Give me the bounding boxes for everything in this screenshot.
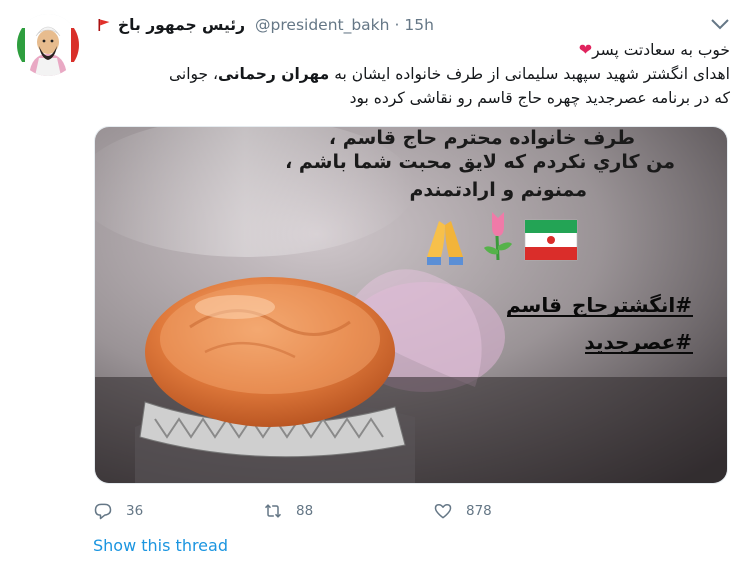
heart-emoji-icon: ❤ [578, 40, 593, 59]
media-caption-line-2: من کاري نکردم که لایق محبت شما باشم ، [285, 151, 675, 173]
hashtag-underline [585, 352, 693, 354]
reply-count: 36 [126, 503, 144, 519]
like-icon [434, 504, 452, 519]
chevron-down-icon[interactable] [708, 14, 732, 34]
flag-emoji-icon [524, 219, 578, 261]
media-hashtag-2: #عصرجدید [584, 330, 692, 354]
like-count: 878 [466, 503, 492, 519]
show-thread-link[interactable]: Show this thread [93, 536, 228, 555]
red-flag-icon [98, 19, 110, 31]
tweet-media-image[interactable]: طرف خانواده محترم حاج قاسم ، من کاري نکر… [94, 126, 728, 484]
avatar-image [17, 14, 79, 76]
tweet-line-2-part-2: ، جوانی [168, 65, 219, 83]
tweet-line-1-text: خوب به سعادتت پسر [592, 41, 730, 59]
like-button[interactable]: 878 [433, 501, 603, 521]
reply-button[interactable]: 36 [93, 501, 263, 521]
tweet-line-1: خوب به سعادتت پسر❤ [97, 38, 730, 62]
retweet-count: 88 [296, 503, 314, 519]
display-name[interactable]: رئیس جمهور باخ [118, 16, 245, 34]
reply-icon [94, 503, 112, 520]
tweet-line-2: اهدای انگشتر شهید سپهبد سلیمانی از طرف خ… [97, 62, 730, 86]
hashtag-underline [506, 315, 693, 317]
retweet-button[interactable]: 88 [263, 501, 433, 521]
tweet-actions: 36 88 878 [93, 497, 603, 525]
tweet-line-2-bold: مهران رحمانی [218, 65, 330, 83]
timestamp[interactable]: 15h [404, 16, 434, 34]
media-caption-line-3: ممنونم و ارادتمندم [409, 179, 588, 201]
media-hashtag-1: #انگشترحاج_قاسم [505, 293, 692, 317]
media-caption-line-1: طرف خانواده محترم حاج قاسم ، [328, 127, 635, 149]
user-handle[interactable]: @president_bakh [255, 16, 389, 34]
tweet-text: خوب به سعادتت پسر❤ اهدای انگشتر شهید سپه… [97, 38, 730, 110]
tweet-header: رئیس جمهور باخ @president_bakh · 15h [97, 12, 434, 38]
avatar[interactable] [17, 14, 79, 76]
separator-dot: · [394, 16, 400, 34]
retweet-icon [264, 504, 282, 518]
tweet-line-2-part-1: اهدای انگشتر شهید سپهبد سلیمانی از طرف خ… [329, 65, 730, 83]
tweet-line-3: که در برنامه عصرجدید چهره حاج قاسم رو نق… [349, 89, 730, 107]
